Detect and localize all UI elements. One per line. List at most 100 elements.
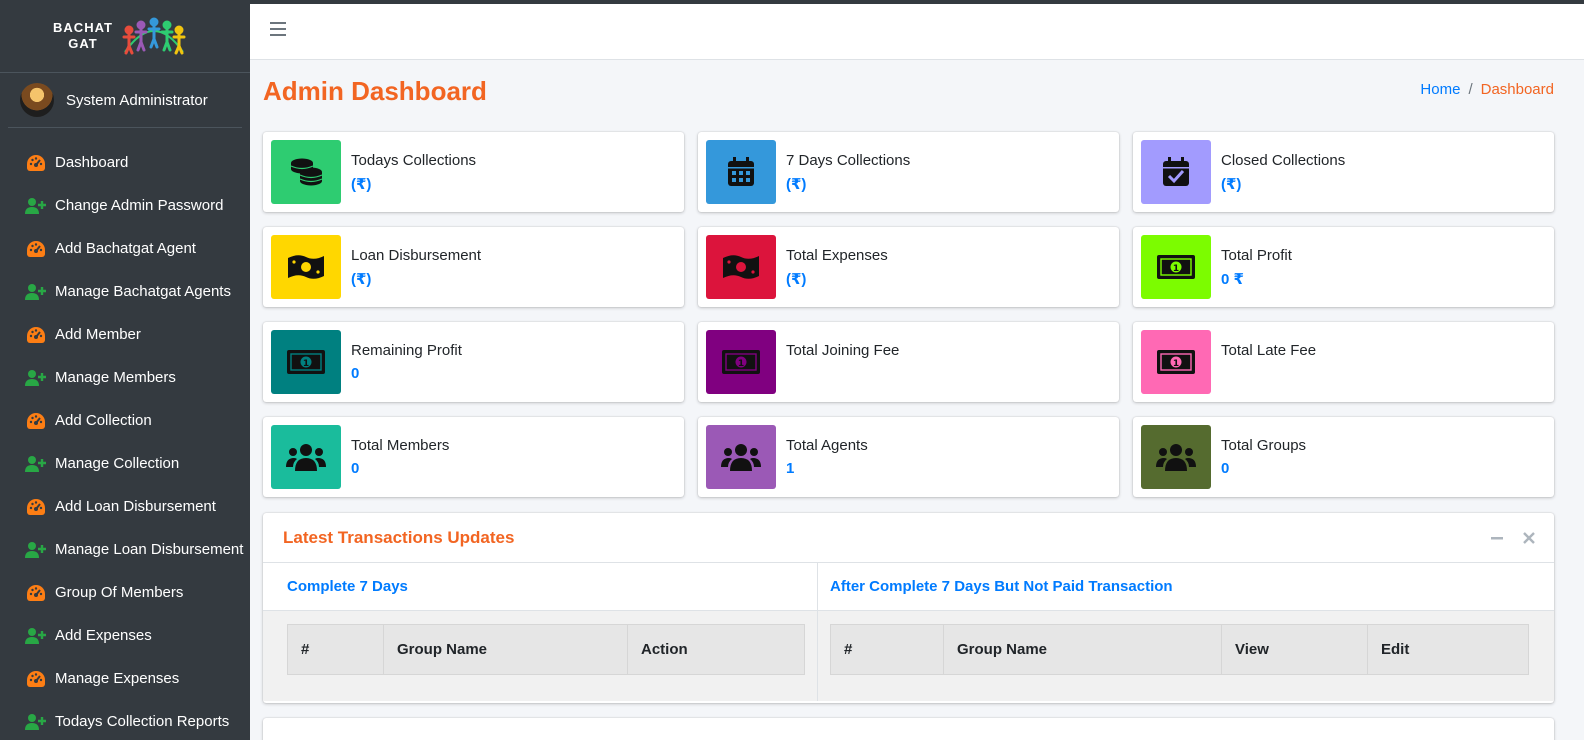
info-box-icon-bg: [271, 140, 341, 204]
breadcrumb-current: Dashboard: [1480, 81, 1554, 98]
user-panel[interactable]: System Administrator: [8, 73, 242, 128]
info-box-content: Total Expenses (₹): [786, 247, 888, 288]
info-box-label: Total Agents: [786, 436, 868, 454]
info-box-7-days-collections[interactable]: 7 Days Collections (₹): [698, 132, 1119, 212]
info-box-content: Total Late Fee: [1221, 342, 1316, 383]
money-bill-icon: 1: [1156, 349, 1196, 375]
collapse-icon[interactable]: [1488, 529, 1506, 547]
info-box-value: 0: [1221, 459, 1230, 477]
sidebar-item-todays-collection-reports[interactable]: Todays Collection Reports: [0, 700, 250, 740]
info-box-value: (₹): [786, 270, 807, 288]
info-box-icon-bg: [1141, 140, 1211, 204]
user-plus-icon: [25, 367, 47, 389]
avatar: [20, 83, 54, 117]
sidebar-item-manage-expenses[interactable]: Manage Expenses: [0, 657, 250, 700]
column-header-action: Action: [627, 624, 805, 675]
sidebar-item-label: Add Loan Disbursement: [55, 498, 216, 515]
user-name: System Administrator: [66, 91, 208, 109]
sidebar-item-label: Manage Collection: [55, 455, 180, 472]
sidebar-item-manage-loan-disbursement[interactable]: Manage Loan Disbursement: [0, 528, 250, 571]
sidebar-item-add-bachatgat-agent[interactable]: Add Bachatgat Agent: [0, 227, 250, 270]
info-box-icon-bg: [1141, 425, 1211, 489]
column-header-view: View: [1221, 624, 1368, 675]
tachometer-icon: [25, 238, 47, 260]
sidebar-item-manage-collection[interactable]: Manage Collection: [0, 442, 250, 485]
info-box-label: Total Joining Fee: [786, 341, 900, 359]
sidebar-item-label: Group Of Members: [55, 584, 184, 601]
page-title: Admin Dashboard: [263, 76, 487, 106]
info-box-value: (₹): [351, 175, 372, 193]
sidebar-item-change-admin-password[interactable]: Change Admin Password: [0, 184, 250, 227]
complete-7-days-panel: Complete 7 Days # Group Name Action: [263, 563, 818, 701]
user-plus-icon: [25, 453, 47, 475]
sidebar-item-dashboard[interactable]: Dashboard: [0, 141, 250, 184]
sidebar-item-add-collection[interactable]: Add Collection: [0, 399, 250, 442]
sidebar-item-add-member[interactable]: Add Member: [0, 313, 250, 356]
sidebar-item-manage-bachatgat-agents[interactable]: Manage Bachatgat Agents: [0, 270, 250, 313]
info-box-icon-bg: 1: [1141, 330, 1211, 394]
sidebar-item-label: Add Bachatgat Agent: [55, 240, 196, 257]
money-bill-wave-icon: [721, 253, 761, 281]
info-box-value: (₹): [351, 270, 372, 288]
tachometer-icon: [25, 496, 47, 518]
brand-logo[interactable]: BACHAT GAT: [0, 0, 250, 73]
info-box-value: (₹): [1221, 175, 1242, 193]
info-box-grid: Todays Collections (₹) 7 Days Collections (…: [263, 132, 1554, 497]
info-box-total-joining-fee[interactable]: 1 Total Joining Fee: [698, 322, 1119, 402]
info-box-label: Total Late Fee: [1221, 341, 1317, 359]
user-plus-icon: [25, 281, 47, 303]
not-paid-panel: After Complete 7 Days But Not Paid Trans…: [818, 563, 1554, 701]
tachometer-icon: [25, 582, 47, 604]
tachometer-icon: [25, 324, 47, 346]
users-icon: [721, 442, 761, 472]
users-icon: [1156, 442, 1196, 472]
info-box-label: Total Groups: [1221, 436, 1307, 454]
sidebar-item-label: Manage Loan Disbursement: [55, 541, 244, 558]
info-box-label: Closed Collections: [1221, 151, 1346, 169]
info-box-total-agents[interactable]: Total Agents 1: [698, 417, 1119, 497]
info-box-icon-bg: 1: [1141, 235, 1211, 299]
info-box-total-groups[interactable]: Total Groups 0: [1133, 417, 1554, 497]
sidebar-item-manage-members[interactable]: Manage Members: [0, 356, 250, 399]
info-box-remaining-profit[interactable]: 1 Remaining Profit 0: [263, 322, 684, 402]
info-box-total-members[interactable]: Total Members 0: [263, 417, 684, 497]
info-box-total-profit[interactable]: 1 Total Profit 0 ₹: [1133, 227, 1554, 307]
sidebar-item-add-loan-disbursement[interactable]: Add Loan Disbursement: [0, 485, 250, 528]
info-box-total-expenses[interactable]: Total Expenses (₹): [698, 227, 1119, 307]
svg-text:1: 1: [1173, 264, 1179, 274]
card-title: Latest Transactions Updates: [283, 527, 515, 547]
breadcrumb: Home / Dashboard: [1420, 81, 1554, 98]
not-paid-tab[interactable]: After Complete 7 Days But Not Paid Trans…: [818, 563, 1554, 611]
svg-text:1: 1: [303, 359, 309, 369]
money-bill-wave-icon: [286, 253, 326, 281]
info-box-icon-bg: [706, 235, 776, 299]
brand-name: BACHAT GAT: [53, 20, 113, 52]
info-box-label: Total Expenses: [786, 246, 888, 264]
menu-toggle-icon[interactable]: [270, 22, 286, 42]
close-icon[interactable]: [1520, 529, 1538, 547]
sidebar-item-group-of-members[interactable]: Group Of Members: [0, 571, 250, 614]
info-box-loan-disbursement[interactable]: Loan Disbursement (₹): [263, 227, 684, 307]
info-box-content: Remaining Profit 0: [351, 342, 462, 383]
info-box-closed-collections[interactable]: Closed Collections (₹): [1133, 132, 1554, 212]
user-plus-icon: [25, 711, 47, 733]
sidebar-item-add-expenses[interactable]: Add Expenses: [0, 614, 250, 657]
info-box-icon-bg: 1: [706, 330, 776, 394]
info-box-total-late-fee[interactable]: 1 Total Late Fee: [1133, 322, 1554, 402]
money-bill-icon: 1: [1156, 254, 1196, 280]
info-box-todays-collections[interactable]: Todays Collections (₹): [263, 132, 684, 212]
info-box-value: [786, 365, 899, 383]
breadcrumb-home-link[interactable]: Home: [1420, 81, 1460, 98]
info-box-icon-bg: [271, 425, 341, 489]
info-box-content: Total Agents 1: [786, 437, 868, 478]
user-plus-icon: [25, 625, 47, 647]
sidebar-item-label: Manage Expenses: [55, 670, 180, 687]
info-box-label: 7 Days Collections: [786, 151, 911, 169]
complete-7-days-tab[interactable]: Complete 7 Days: [263, 563, 817, 611]
brand-name-line2: GAT: [68, 36, 98, 51]
info-box-value: (₹): [786, 175, 807, 193]
sidebar: BACHAT GAT System Administrator Dashboar…: [0, 0, 250, 740]
sidebar-item-label: Todays Collection Reports: [55, 713, 230, 730]
column-header-group-name: Group Name: [383, 624, 628, 675]
info-box-content: Total Joining Fee: [786, 342, 899, 383]
